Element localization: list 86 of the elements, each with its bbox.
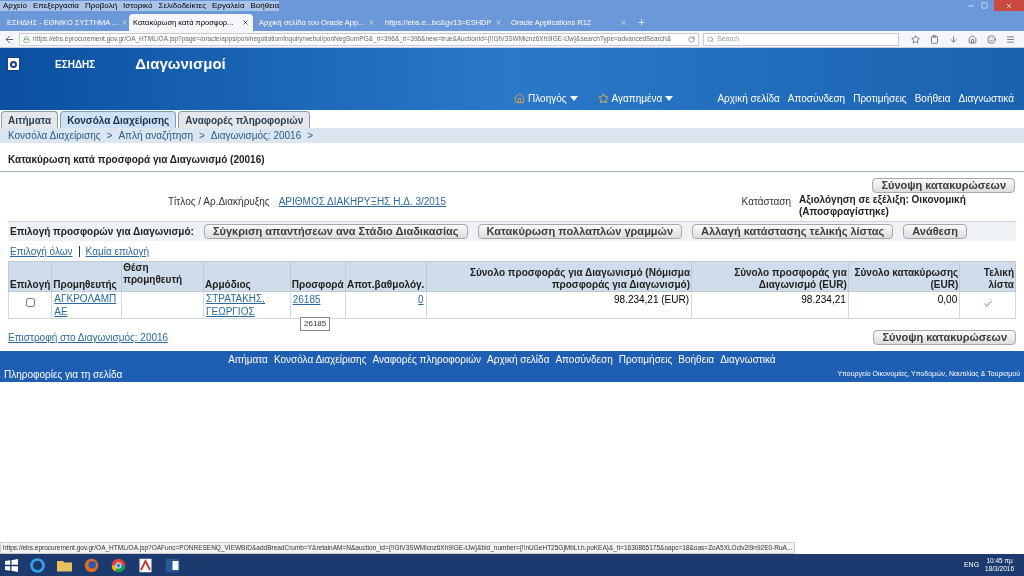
- lock-icon: [23, 35, 30, 43]
- app-tab[interactable]: Αναφορές πληροφοριών: [178, 111, 311, 128]
- navigator-menu[interactable]: Πλοηγός: [528, 91, 578, 106]
- bookmark-star-icon[interactable]: [911, 34, 920, 44]
- chrome-icon[interactable]: [111, 557, 126, 573]
- home-icon: [514, 93, 525, 104]
- menu-item[interactable]: Βοήθεια: [250, 0, 280, 11]
- favorites-icon: [597, 93, 609, 104]
- title-link[interactable]: ΑΡΙΘΜΟΣ ΔΙΑΚΗΡΥΞΗΣ Η.Δ. 3/2015: [278, 194, 446, 209]
- start-icon[interactable]: [5, 558, 18, 572]
- menu-item[interactable]: Προβολή: [85, 0, 118, 11]
- column-header: Προμηθευτής: [51, 261, 122, 292]
- firefox-icon[interactable]: [84, 557, 99, 573]
- action-button[interactable]: Κατακύρωση πολλαπλών γραμμών: [477, 224, 682, 239]
- back-icon[interactable]: [4, 33, 15, 45]
- app-tab[interactable]: Κονσόλα Διαχείρισης: [60, 111, 177, 128]
- smiley-icon[interactable]: [987, 34, 996, 44]
- org-name: ΕΣΗΔΗΣ: [55, 57, 96, 72]
- footer-link[interactable]: Διαγνωστικά: [720, 352, 776, 367]
- action-button[interactable]: Ανάθεση: [903, 224, 968, 239]
- footer-link[interactable]: Αποσύνδεση: [555, 352, 613, 367]
- page-title: Κατακύρωση κατά προσφορά για Διαγωνισμό (20016): [8, 154, 265, 165]
- select-all-link[interactable]: Επιλογή όλων: [10, 244, 73, 259]
- favorites-menu[interactable]: Αγαπημένα: [611, 91, 674, 106]
- menu-icon[interactable]: [1006, 34, 1015, 44]
- global-link[interactable]: Βοήθεια: [914, 91, 951, 106]
- close-tab-icon[interactable]: [242, 19, 249, 26]
- menu-item[interactable]: Αρχείο: [3, 0, 27, 11]
- home-icon[interactable]: [968, 34, 977, 44]
- column-header: Σύνολο προσφοράς για Διαγωνισμό (EUR): [691, 261, 849, 292]
- menu-item[interactable]: Επεξεργασία: [32, 0, 79, 11]
- breadcrumb-separator: >: [106, 129, 113, 143]
- maximize-icon[interactable]: [981, 2, 988, 9]
- search-icon: [707, 35, 714, 43]
- status-label: Κατάσταση: [741, 195, 791, 209]
- menu-item[interactable]: Σελιδοδείκτες: [158, 0, 207, 11]
- breadcrumb-link[interactable]: Κονσόλα Διαχείρισης: [8, 128, 101, 143]
- title-label: Τίτλος / Αρ.Διακήρυξης: [168, 195, 270, 209]
- reload-icon[interactable]: [688, 35, 695, 43]
- column-header: Τελική λίστα: [959, 261, 1016, 292]
- summary-button[interactable]: Σύνοψη κατακυρώσεων: [872, 178, 1015, 193]
- breadcrumb-link[interactable]: Διαγωνισμός: 20016: [210, 128, 302, 143]
- global-link[interactable]: Διαγνωστικά: [958, 91, 1014, 106]
- table-cell: 0,00: [937, 294, 958, 305]
- summary-button[interactable]: Σύνοψη κατακυρώσεων: [873, 330, 1016, 345]
- footer-link[interactable]: Αιτήματα: [228, 352, 268, 367]
- clipboard-icon[interactable]: [930, 34, 939, 44]
- footer-link[interactable]: Κονσόλα Διαχείρισης: [273, 352, 367, 367]
- new-tab-icon[interactable]: [637, 18, 646, 27]
- footer-link[interactable]: Αναφορές πληροφοριών: [372, 352, 482, 367]
- selection-label: Επιλογή προσφορών για Διαγωνισμό:: [10, 225, 194, 239]
- breadcrumb-link[interactable]: Απλή αναζήτηση: [118, 128, 193, 143]
- column-header: Σύνολο προσφοράς για Διαγωνισμό (Νόμισμα προσφοράς για Διαγωνισμό): [426, 261, 692, 292]
- breadcrumb-separator: >: [307, 129, 314, 143]
- footer-link[interactable]: Βοήθεια: [678, 352, 715, 367]
- app-title: Διαγωνισμοί: [135, 53, 226, 74]
- select-none-link[interactable]: Καμία επιλογή: [85, 244, 149, 259]
- table-cell: 98.234,21 (EUR): [614, 294, 690, 305]
- action-button[interactable]: Αλλαγή κατάστασης τελικής λίστας: [692, 224, 894, 239]
- page-info-link[interactable]: Πληροφορίες για τη σελίδα: [4, 367, 123, 382]
- footer-link[interactable]: Αρχική σελίδα: [487, 352, 550, 367]
- table-cell: 98.234,21: [801, 294, 846, 305]
- column-header: Θέση προμηθευτή: [121, 261, 204, 292]
- global-link[interactable]: Αρχική σελίδα: [717, 91, 780, 106]
- column-header: Επιλογή: [8, 261, 52, 292]
- menu-item[interactable]: Ιστορικό: [123, 0, 153, 11]
- status-value: Αξιολόγηση σε εξέλιξη: Οικονομική (Αποσφραγίστηκε): [799, 194, 967, 218]
- column-header: Προσφορά: [290, 261, 346, 292]
- app-tab[interactable]: Αιτήματα: [1, 111, 59, 128]
- menu-item[interactable]: Εργαλεία: [212, 0, 245, 11]
- footer-link[interactable]: Προτιμήσεις: [618, 352, 673, 367]
- breadcrumb-separator: >: [198, 129, 205, 143]
- tooltip: 26185: [300, 317, 331, 331]
- global-link[interactable]: Αποσύνδεση: [787, 91, 846, 106]
- close-button[interactable]: [994, 0, 1024, 11]
- score-link[interactable]: 0: [418, 294, 424, 305]
- column-header: Αρμόδιος: [203, 261, 291, 292]
- column-header: Αποτ.βαθμολόγ.: [345, 261, 427, 292]
- global-link[interactable]: Προτιμήσεις: [853, 91, 907, 106]
- return-link[interactable]: Επιστροφή στο Διαγωνισμός: 20016: [8, 330, 169, 345]
- column-header: Σύνολο κατακύρωσης (EUR): [848, 261, 960, 292]
- row-checkbox[interactable]: [25, 298, 35, 307]
- logo-icon: [7, 57, 20, 71]
- action-button[interactable]: Σύγκριση απαντήσεων ανα Στάδιο Διαδικασίας: [203, 224, 468, 239]
- download-icon[interactable]: [949, 34, 958, 44]
- close-icon: [1005, 1, 1013, 10]
